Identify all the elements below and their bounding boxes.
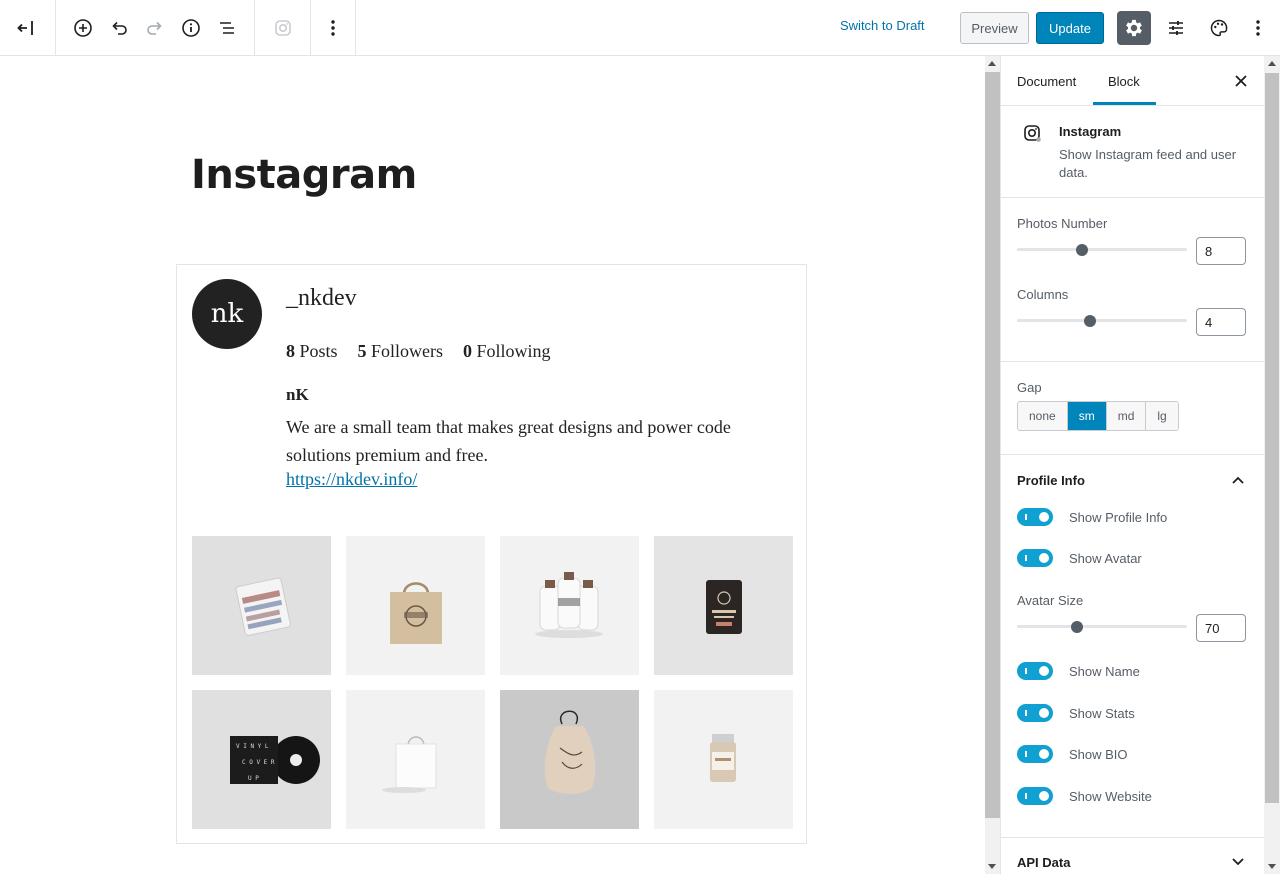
toggle-switch[interactable] xyxy=(1017,704,1053,722)
outline-icon[interactable] xyxy=(209,10,245,46)
toggle-label: Show BIO xyxy=(1069,746,1128,762)
sidebar-scrollbar[interactable] xyxy=(1264,56,1280,874)
photo-item[interactable] xyxy=(500,690,639,829)
tab-block[interactable]: Block xyxy=(1108,74,1140,89)
photo-item[interactable] xyxy=(346,690,485,829)
back-icon[interactable] xyxy=(8,10,44,46)
toggle-label: Show Website xyxy=(1069,788,1152,804)
svg-text:U P: U P xyxy=(248,775,259,782)
block-description: Show Instagram feed and user data. xyxy=(1059,147,1237,180)
block-title: Instagram xyxy=(1059,124,1122,139)
following-stat: 0 Following xyxy=(463,341,551,361)
editor-toolbar: Switch to Draft Preview Update xyxy=(0,0,1280,56)
gap-sm-button[interactable]: sm xyxy=(1067,402,1107,430)
toggle-switch[interactable] xyxy=(1017,549,1053,567)
toggle-show-stats[interactable]: Show Stats xyxy=(1017,704,1135,722)
columns-input[interactable]: 4 xyxy=(1196,308,1246,336)
photo-item[interactable] xyxy=(654,690,793,829)
add-block-icon[interactable] xyxy=(65,10,101,46)
toggle-label: Show Stats xyxy=(1069,705,1135,721)
instagram-username: _nkdev xyxy=(286,285,357,311)
avatar-size-input[interactable]: 70 xyxy=(1196,614,1246,642)
photos-number-slider[interactable] xyxy=(1017,248,1187,251)
chevron-down-icon[interactable] xyxy=(1231,855,1245,869)
toggle-switch[interactable] xyxy=(1017,787,1053,805)
profile-info-panel-title[interactable]: Profile Info xyxy=(1017,473,1085,488)
redo-icon[interactable] xyxy=(137,10,173,46)
tab-document[interactable]: Document xyxy=(1017,74,1076,89)
gap-md-button[interactable]: md xyxy=(1106,402,1147,430)
avatar-size-slider-thumb[interactable] xyxy=(1070,621,1083,633)
canvas-scrollbar[interactable] xyxy=(985,56,1000,874)
gap-lg-button[interactable]: lg xyxy=(1146,402,1178,430)
svg-text:V I N Y L: V I N Y L xyxy=(236,743,269,750)
toggle-show-website[interactable]: Show Website xyxy=(1017,787,1152,805)
instagram-block[interactable]: nk _nkdev 8 Posts 5 Followers 0 Followin… xyxy=(176,264,807,844)
instagram-block-icon[interactable] xyxy=(265,10,301,46)
switch-to-draft-button[interactable]: Switch to Draft xyxy=(840,18,925,33)
bio-name: nK xyxy=(286,385,309,404)
block-card: Instagram Show Instagram feed and user d… xyxy=(1001,106,1264,198)
sidebar-tabs: Document Block xyxy=(1001,56,1264,106)
more-vertical-icon[interactable] xyxy=(1240,10,1276,46)
gap-button-group: none sm md lg xyxy=(1017,401,1179,431)
photo-item[interactable] xyxy=(654,536,793,675)
toggle-switch[interactable] xyxy=(1017,662,1053,680)
settings-sidebar: Document Block Instagram Show Instagram … xyxy=(1000,56,1264,874)
preview-button[interactable]: Preview xyxy=(960,12,1029,44)
toggle-show-bio[interactable]: Show BIO xyxy=(1017,745,1128,763)
toggle-label: Show Profile Info xyxy=(1069,509,1168,525)
toggle-switch[interactable] xyxy=(1017,508,1053,526)
toggle-show-profile-info[interactable]: Show Profile Info xyxy=(1017,508,1167,526)
columns-label: Columns xyxy=(1017,287,1069,302)
photo-item[interactable]: V I N Y L C O V E R U P xyxy=(192,690,331,829)
photos-number-slider-thumb[interactable] xyxy=(1075,244,1088,256)
post-title[interactable]: Instagram xyxy=(191,152,417,198)
toggle-show-avatar[interactable]: Show Avatar xyxy=(1017,549,1142,567)
instagram-stats: 8 Posts 5 Followers 0 Following xyxy=(286,341,551,362)
photos-number-label: Photos Number xyxy=(1017,216,1108,231)
editor-canvas: Instagram nk _nkdev 8 Posts 5 Followers … xyxy=(0,56,985,874)
columns-slider[interactable] xyxy=(1017,319,1187,322)
info-icon[interactable] xyxy=(173,10,209,46)
update-button[interactable]: Update xyxy=(1036,12,1104,44)
photo-item[interactable] xyxy=(192,536,331,675)
gear-icon[interactable] xyxy=(1117,11,1151,45)
posts-stat: 8 Posts xyxy=(286,341,338,361)
chevron-up-icon[interactable] xyxy=(1231,473,1245,487)
toggle-switch[interactable] xyxy=(1017,745,1053,763)
palette-icon[interactable] xyxy=(1201,10,1237,46)
photo-item[interactable] xyxy=(500,536,639,675)
followers-stat: 5 Followers xyxy=(357,341,444,361)
api-data-panel-title[interactable]: API Data xyxy=(1017,855,1070,870)
gap-label: Gap xyxy=(1017,380,1042,395)
bio-text: We are a small team that makes great des… xyxy=(286,417,731,465)
avatar-size-label: Avatar Size xyxy=(1017,593,1084,608)
toggle-show-name[interactable]: Show Name xyxy=(1017,662,1140,680)
instagram-icon xyxy=(1023,124,1043,149)
undo-icon[interactable] xyxy=(101,10,137,46)
avatar: nk xyxy=(192,279,262,349)
sliders-icon[interactable] xyxy=(1158,10,1194,46)
close-icon[interactable] xyxy=(1231,71,1251,91)
avatar-size-slider[interactable] xyxy=(1017,625,1187,628)
photos-number-input[interactable]: 8 xyxy=(1196,237,1246,265)
active-tab-indicator xyxy=(1093,102,1156,105)
photo-grid: V I N Y L C O V E R U P xyxy=(192,536,793,829)
svg-text:C O V E R: C O V E R xyxy=(242,759,275,766)
more-vertical-icon[interactable] xyxy=(315,10,351,46)
photo-item[interactable] xyxy=(346,536,485,675)
columns-slider-thumb[interactable] xyxy=(1084,315,1097,327)
website-link[interactable]: https://nkdev.info/ xyxy=(286,469,417,490)
toggle-label: Show Name xyxy=(1069,663,1140,679)
gap-none-button[interactable]: none xyxy=(1018,402,1068,430)
toggle-label: Show Avatar xyxy=(1069,550,1142,566)
